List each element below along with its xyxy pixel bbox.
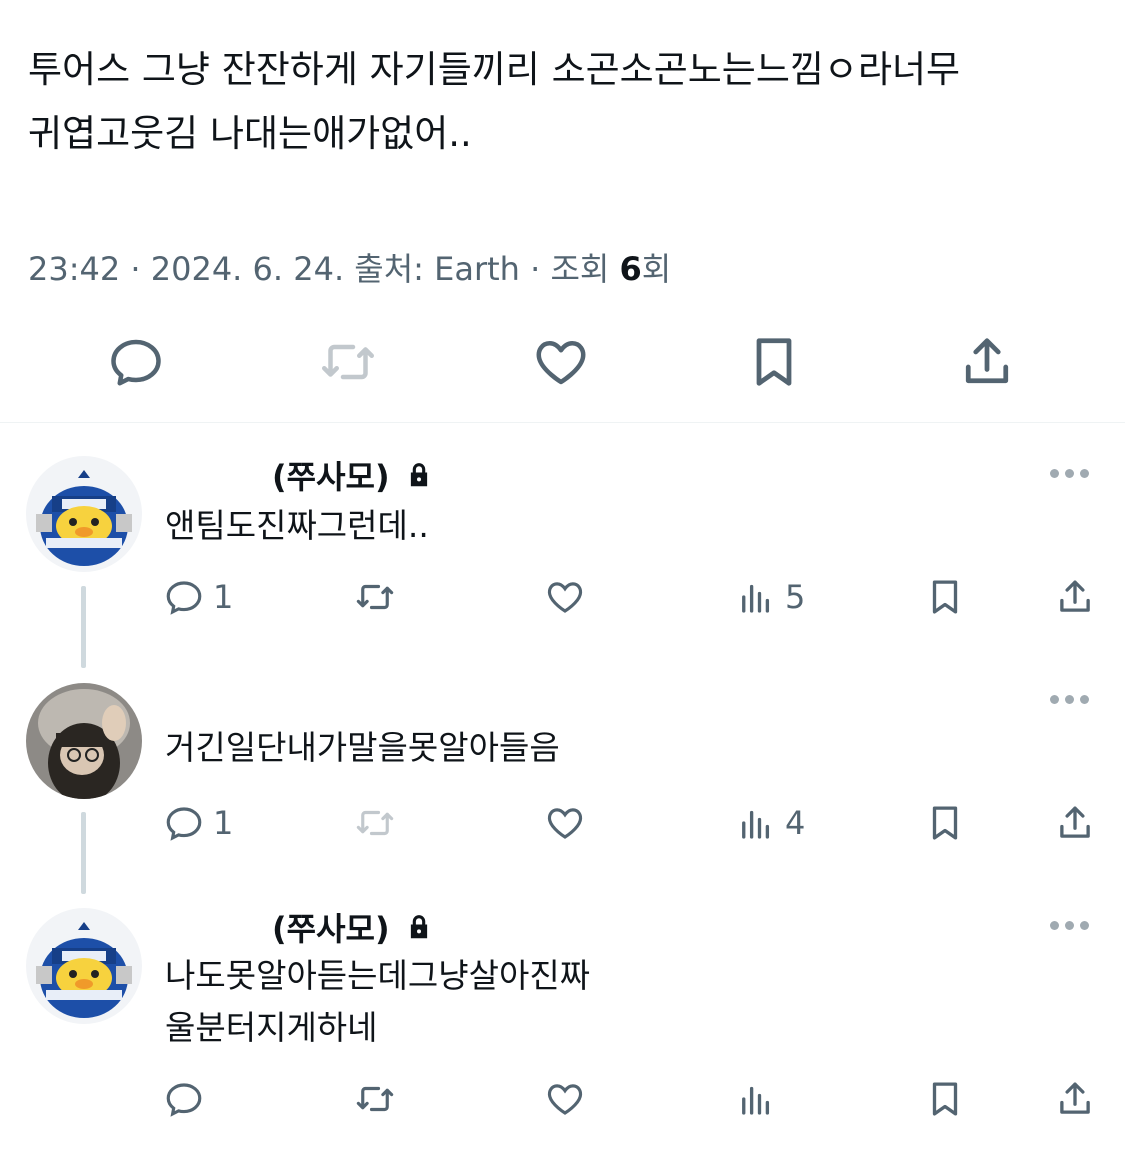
retweet-button[interactable]	[354, 1078, 396, 1120]
reply-text-line: 울분터지게하네	[165, 1008, 378, 1047]
retweet-button[interactable]	[354, 576, 396, 618]
bookmark-icon	[932, 806, 958, 840]
retweet-icon	[356, 1086, 394, 1112]
retweet-icon	[356, 584, 394, 610]
display-name-text: (쭈사모)	[272, 458, 390, 496]
tweet-meta: 23:42 · 2024. 6. 24. 출처: Earth · 조회 6회	[28, 244, 671, 290]
views-suffix: 회	[641, 250, 672, 288]
reply-text-line: 거긴일단내가말을못알아들음	[165, 728, 560, 767]
like-icon	[547, 1084, 583, 1115]
avatar[interactable]	[26, 908, 142, 1024]
more-options-button[interactable]	[1050, 466, 1094, 480]
like-icon	[547, 808, 583, 839]
divider	[0, 422, 1125, 423]
tweet-text-line-2: 귀엽고웃김 나대는애가없어..	[28, 112, 472, 155]
share-button[interactable]	[1054, 1078, 1096, 1120]
display-name-text: (쭈사모)	[272, 910, 390, 948]
like-button[interactable]	[544, 802, 586, 844]
reply-icon	[166, 581, 202, 615]
tweet-action-bar	[0, 330, 1125, 400]
reply-count: 1	[213, 804, 234, 842]
avatar[interactable]	[26, 683, 142, 799]
like-icon	[547, 582, 583, 613]
more-options-button[interactable]	[1050, 692, 1094, 706]
reply-text-line: 앤팀도진짜그런데..	[165, 506, 429, 545]
share-icon	[965, 338, 1009, 384]
duck-mascot-avatar-image	[26, 908, 142, 1024]
share-button[interactable]	[1054, 802, 1096, 844]
tweet-date[interactable]: 2024. 6. 24.	[151, 250, 344, 288]
reply-text: 나도못알아듣는데그냥살아진짜 울분터지게하네	[165, 950, 590, 1054]
reply-action-bar	[0, 1078, 1125, 1128]
reply-button[interactable]	[163, 1078, 205, 1120]
reply-count: 1	[213, 578, 234, 616]
reply-icon	[166, 1083, 202, 1117]
views-count: 6	[619, 250, 642, 288]
tweet-text-line-1: 투어스 그냥 잔잔하게 자기들끼리 소곤소곤노는느낌ㅇ라너무	[28, 48, 961, 91]
reply-button[interactable]	[104, 330, 168, 394]
more-options-button[interactable]	[1050, 918, 1094, 932]
views-label: 조회	[550, 250, 610, 288]
analytics-icon	[742, 1086, 770, 1115]
share-icon	[1060, 580, 1090, 612]
share-icon	[1060, 806, 1090, 838]
reply-button[interactable]: 1	[163, 802, 233, 844]
person-photo-avatar-image	[26, 683, 142, 799]
bookmark-icon	[932, 580, 958, 614]
duck-mascot-avatar-image	[26, 456, 142, 572]
views-count: 5	[785, 578, 806, 616]
retweet-button[interactable]	[316, 330, 380, 394]
reply-text: 앤팀도진짜그런데..	[165, 500, 429, 552]
tweet-source: 출처: Earth	[354, 250, 520, 288]
reply-button[interactable]: 1	[163, 576, 233, 618]
analytics-icon	[742, 584, 770, 613]
like-button[interactable]	[544, 576, 586, 618]
share-button[interactable]	[955, 330, 1019, 394]
bookmark-button[interactable]	[924, 576, 966, 618]
display-name[interactable]: (쭈사모)	[272, 904, 434, 950]
like-button[interactable]	[529, 330, 593, 394]
bookmark-icon	[756, 338, 792, 386]
lock-icon	[410, 463, 427, 487]
bookmark-button[interactable]	[742, 330, 806, 394]
retweet-button[interactable]	[354, 802, 396, 844]
separator: ·	[130, 250, 141, 288]
bookmark-icon	[932, 1082, 958, 1116]
retweet-icon	[356, 810, 394, 836]
reply-icon	[166, 807, 202, 841]
lock-icon	[410, 915, 427, 939]
bookmark-button[interactable]	[924, 1078, 966, 1120]
views-button[interactable]: 4	[735, 802, 805, 844]
tweet-time[interactable]: 23:42	[28, 250, 120, 288]
views-count: 4	[785, 804, 806, 842]
like-icon	[536, 341, 586, 385]
display-name[interactable]: (쭈사모)	[272, 452, 434, 498]
separator: ·	[530, 250, 541, 288]
reply-action-bar: 1 5	[0, 576, 1125, 626]
reply-text: 거긴일단내가말을못알아들음	[165, 722, 560, 774]
reply-icon	[111, 339, 161, 386]
views-button[interactable]	[735, 1078, 777, 1120]
views-button[interactable]: 5	[735, 576, 805, 618]
share-icon	[1060, 1082, 1090, 1114]
like-button[interactable]	[544, 1078, 586, 1120]
analytics-icon	[742, 810, 770, 839]
retweet-icon	[322, 344, 374, 380]
share-button[interactable]	[1054, 576, 1096, 618]
bookmark-button[interactable]	[924, 802, 966, 844]
reply-action-bar: 1 4	[0, 802, 1125, 852]
tweet-text: 투어스 그냥 잔잔하게 자기들끼리 소곤소곤노는느낌ㅇ라너무 귀엽고웃김 나대는…	[28, 38, 1098, 166]
avatar[interactable]	[26, 456, 142, 572]
reply-text-line: 나도못알아듣는데그냥살아진짜	[165, 956, 591, 995]
